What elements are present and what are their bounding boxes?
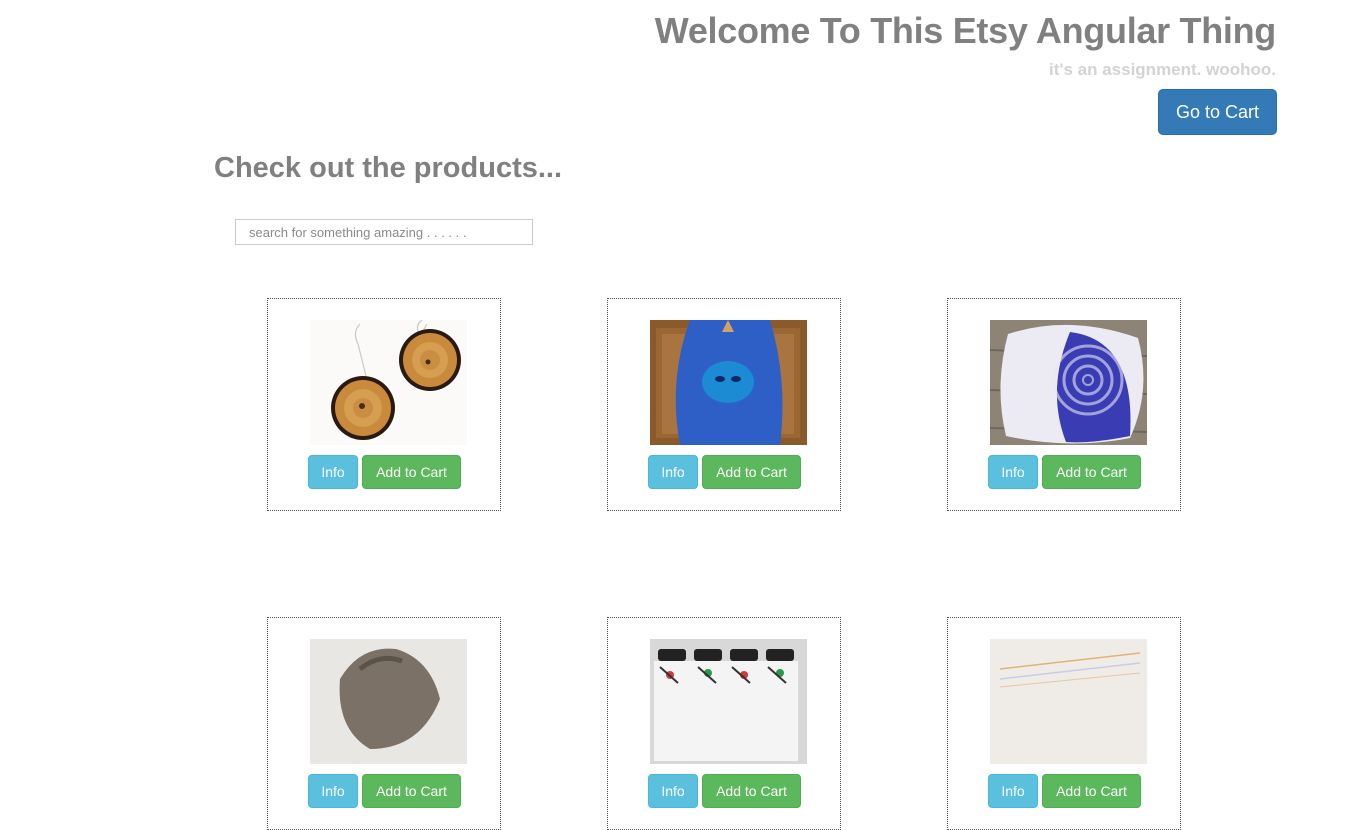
product-image[interactable]: [990, 320, 1147, 445]
product-card: Info Add to Cart: [607, 617, 841, 830]
site-title: Welcome To This Etsy Angular Thing: [654, 10, 1277, 51]
product-card: Info Add to Cart: [947, 617, 1181, 830]
product-card: Info Add to Cart: [947, 298, 1181, 511]
product-image[interactable]: [310, 639, 467, 764]
info-button[interactable]: Info: [988, 774, 1038, 808]
add-to-cart-button[interactable]: Add to Cart: [1042, 455, 1141, 489]
add-to-cart-button[interactable]: Add to Cart: [702, 455, 801, 489]
product-card: Info Add to Cart: [607, 298, 841, 511]
products-heading: Check out the products...: [214, 152, 563, 184]
product-image[interactable]: [650, 639, 807, 764]
info-button[interactable]: Info: [648, 774, 698, 808]
add-to-cart-button[interactable]: Add to Cart: [362, 774, 461, 808]
add-to-cart-button[interactable]: Add to Cart: [1042, 774, 1141, 808]
add-to-cart-button[interactable]: Add to Cart: [362, 455, 461, 489]
product-image[interactable]: [650, 320, 807, 445]
go-to-cart-button[interactable]: Go to Cart: [1158, 89, 1277, 135]
site-subtitle: it's an assignment. woohoo.: [1049, 60, 1276, 79]
product-card: Info Add to Cart: [267, 298, 501, 511]
product-image[interactable]: [990, 639, 1147, 764]
product-image[interactable]: [310, 320, 467, 445]
info-button[interactable]: Info: [988, 455, 1038, 489]
product-card: Info Add to Cart: [267, 617, 501, 830]
add-to-cart-button[interactable]: Add to Cart: [702, 774, 801, 808]
info-button[interactable]: Info: [308, 774, 358, 808]
search-input[interactable]: [235, 219, 533, 245]
info-button[interactable]: Info: [308, 455, 358, 489]
info-button[interactable]: Info: [648, 455, 698, 489]
